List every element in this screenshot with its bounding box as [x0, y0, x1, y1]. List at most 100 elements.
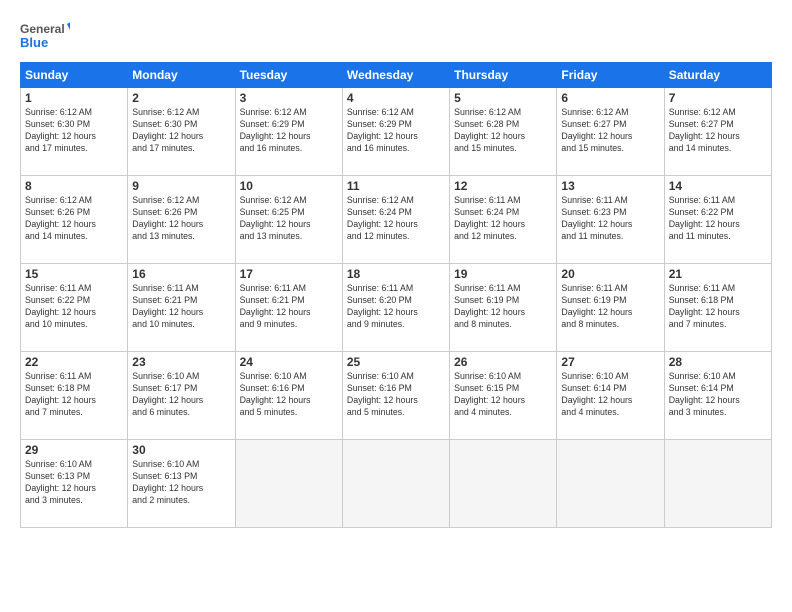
day-cell-10: 10 Sunrise: 6:12 AMSunset: 6:25 PMDayligh… — [235, 176, 342, 264]
day-cell-30: 30 Sunrise: 6:10 AMSunset: 6:13 PMDayligh… — [128, 440, 235, 528]
day-cell-11: 11Sunrise: 6:12 AMSunset: 6:24 PMDayligh… — [342, 176, 449, 264]
day-info: Sunrise: 6:12 AMSunset: 6:30 PMDaylight:… — [25, 107, 123, 155]
day-cell-15: 15 Sunrise: 6:11 AMSunset: 6:22 PMDayligh… — [21, 264, 128, 352]
day-cell-22: 22 Sunrise: 6:11 AMSunset: 6:18 PMDayligh… — [21, 352, 128, 440]
day-info: Sunrise: 6:11 AMSunset: 6:19 PMDaylight:… — [561, 283, 659, 331]
day-info: Sunrise: 6:12 AMSunset: 6:27 PMDaylight:… — [669, 107, 767, 155]
col-header-tuesday: Tuesday — [235, 63, 342, 88]
day-info: Sunrise: 6:11 AMSunset: 6:22 PMDaylight:… — [25, 283, 123, 331]
week-row-4: 22 Sunrise: 6:11 AMSunset: 6:18 PMDayligh… — [21, 352, 772, 440]
day-cell-empty — [557, 440, 664, 528]
day-cell-29: 29 Sunrise: 6:10 AMSunset: 6:13 PMDayligh… — [21, 440, 128, 528]
svg-text:Blue: Blue — [20, 35, 48, 50]
day-number: 27 — [561, 355, 659, 369]
day-info: Sunrise: 6:11 AMSunset: 6:18 PMDaylight:… — [25, 371, 123, 419]
day-info: Sunrise: 6:11 AMSunset: 6:19 PMDaylight:… — [454, 283, 552, 331]
day-number: 2 — [132, 91, 230, 105]
day-cell-14: 14 Sunrise: 6:11 AMSunset: 6:22 PMDayligh… — [664, 176, 771, 264]
day-number: 12 — [454, 179, 552, 193]
calendar-table: SundayMondayTuesdayWednesdayThursdayFrid… — [20, 62, 772, 528]
day-number: 23 — [132, 355, 230, 369]
day-number: 24 — [240, 355, 338, 369]
day-number: 30 — [132, 443, 230, 457]
day-info: Sunrise: 6:11 AMSunset: 6:22 PMDaylight:… — [669, 195, 767, 243]
day-info: Sunrise: 6:11 AMSunset: 6:21 PMDaylight:… — [240, 283, 338, 331]
day-cell-16: 16Sunrise: 6:11 AMSunset: 6:21 PMDayligh… — [128, 264, 235, 352]
day-info: Sunrise: 6:10 AMSunset: 6:14 PMDaylight:… — [561, 371, 659, 419]
day-number: 25 — [347, 355, 445, 369]
day-cell-25: 25 Sunrise: 6:10 AMSunset: 6:16 PMDayligh… — [342, 352, 449, 440]
day-number: 11 — [347, 179, 445, 193]
day-number: 21 — [669, 267, 767, 281]
day-info: Sunrise: 6:12 AMSunset: 6:27 PMDaylight:… — [561, 107, 659, 155]
day-number: 20 — [561, 267, 659, 281]
day-number: 3 — [240, 91, 338, 105]
day-number: 13 — [561, 179, 659, 193]
day-info: Sunrise: 6:11 AMSunset: 6:24 PMDaylight:… — [454, 195, 552, 243]
day-number: 26 — [454, 355, 552, 369]
day-number: 28 — [669, 355, 767, 369]
day-cell-9: 9Sunrise: 6:12 AMSunset: 6:26 PMDaylight… — [128, 176, 235, 264]
day-cell-3: 3 Sunrise: 6:12 AMSunset: 6:29 PMDaylight… — [235, 88, 342, 176]
day-cell-7: 7 Sunrise: 6:12 AMSunset: 6:27 PMDaylight… — [664, 88, 771, 176]
day-number: 10 — [240, 179, 338, 193]
day-number: 29 — [25, 443, 123, 457]
col-header-monday: Monday — [128, 63, 235, 88]
col-header-thursday: Thursday — [450, 63, 557, 88]
day-info: Sunrise: 6:12 AMSunset: 6:30 PMDaylight:… — [132, 107, 230, 155]
day-info: Sunrise: 6:12 AMSunset: 6:26 PMDaylight:… — [25, 195, 123, 243]
day-number: 9 — [132, 179, 230, 193]
day-cell-2: 2 Sunrise: 6:12 AMSunset: 6:30 PMDaylight… — [128, 88, 235, 176]
day-cell-20: 20 Sunrise: 6:11 AMSunset: 6:19 PMDayligh… — [557, 264, 664, 352]
col-header-friday: Friday — [557, 63, 664, 88]
day-info: Sunrise: 6:10 AMSunset: 6:13 PMDaylight:… — [132, 459, 230, 507]
day-number: 8 — [25, 179, 123, 193]
week-row-5: 29 Sunrise: 6:10 AMSunset: 6:13 PMDayligh… — [21, 440, 772, 528]
day-cell-empty — [450, 440, 557, 528]
col-header-sunday: Sunday — [21, 63, 128, 88]
week-row-3: 15 Sunrise: 6:11 AMSunset: 6:22 PMDayligh… — [21, 264, 772, 352]
day-info: Sunrise: 6:12 AMSunset: 6:28 PMDaylight:… — [454, 107, 552, 155]
day-number: 4 — [347, 91, 445, 105]
day-cell-18: 18Sunrise: 6:11 AMSunset: 6:20 PMDayligh… — [342, 264, 449, 352]
day-info: Sunrise: 6:10 AMSunset: 6:15 PMDaylight:… — [454, 371, 552, 419]
day-number: 15 — [25, 267, 123, 281]
day-cell-28: 28 Sunrise: 6:10 AMSunset: 6:14 PMDayligh… — [664, 352, 771, 440]
day-info: Sunrise: 6:10 AMSunset: 6:16 PMDaylight:… — [347, 371, 445, 419]
day-number: 7 — [669, 91, 767, 105]
day-cell-24: 24 Sunrise: 6:10 AMSunset: 6:16 PMDayligh… — [235, 352, 342, 440]
day-info: Sunrise: 6:10 AMSunset: 6:13 PMDaylight:… — [25, 459, 123, 507]
day-info: Sunrise: 6:10 AMSunset: 6:14 PMDaylight:… — [669, 371, 767, 419]
day-cell-27: 27 Sunrise: 6:10 AMSunset: 6:14 PMDayligh… — [557, 352, 664, 440]
day-cell-17: 17 Sunrise: 6:11 AMSunset: 6:21 PMDayligh… — [235, 264, 342, 352]
day-info: Sunrise: 6:10 AMSunset: 6:16 PMDaylight:… — [240, 371, 338, 419]
day-info: Sunrise: 6:12 AMSunset: 6:25 PMDaylight:… — [240, 195, 338, 243]
day-info: Sunrise: 6:11 AMSunset: 6:21 PMDaylight:… — [132, 283, 230, 331]
day-cell-19: 19Sunrise: 6:11 AMSunset: 6:19 PMDayligh… — [450, 264, 557, 352]
day-cell-12: 12 Sunrise: 6:11 AMSunset: 6:24 PMDayligh… — [450, 176, 557, 264]
logo-svg: General Blue — [20, 18, 70, 54]
day-info: Sunrise: 6:10 AMSunset: 6:17 PMDaylight:… — [132, 371, 230, 419]
page: General Blue SundayMondayTuesdayWednesda… — [0, 0, 792, 612]
day-cell-5: 5 Sunrise: 6:12 AMSunset: 6:28 PMDaylight… — [450, 88, 557, 176]
day-number: 22 — [25, 355, 123, 369]
day-number: 14 — [669, 179, 767, 193]
day-cell-6: 6Sunrise: 6:12 AMSunset: 6:27 PMDaylight… — [557, 88, 664, 176]
day-info: Sunrise: 6:11 AMSunset: 6:20 PMDaylight:… — [347, 283, 445, 331]
day-info: Sunrise: 6:11 AMSunset: 6:23 PMDaylight:… — [561, 195, 659, 243]
logo: General Blue — [20, 18, 70, 54]
svg-text:General: General — [20, 22, 65, 36]
day-number: 5 — [454, 91, 552, 105]
day-cell-26: 26 Sunrise: 6:10 AMSunset: 6:15 PMDayligh… — [450, 352, 557, 440]
day-info: Sunrise: 6:12 AMSunset: 6:29 PMDaylight:… — [240, 107, 338, 155]
col-header-saturday: Saturday — [664, 63, 771, 88]
calendar-header-row: SundayMondayTuesdayWednesdayThursdayFrid… — [21, 63, 772, 88]
header: General Blue — [20, 18, 772, 54]
week-row-2: 8 Sunrise: 6:12 AMSunset: 6:26 PMDaylight… — [21, 176, 772, 264]
day-cell-21: 21Sunrise: 6:11 AMSunset: 6:18 PMDayligh… — [664, 264, 771, 352]
day-cell-empty — [664, 440, 771, 528]
day-number: 17 — [240, 267, 338, 281]
week-row-1: 1Sunrise: 6:12 AMSunset: 6:30 PMDaylight… — [21, 88, 772, 176]
day-cell-empty — [235, 440, 342, 528]
col-header-wednesday: Wednesday — [342, 63, 449, 88]
